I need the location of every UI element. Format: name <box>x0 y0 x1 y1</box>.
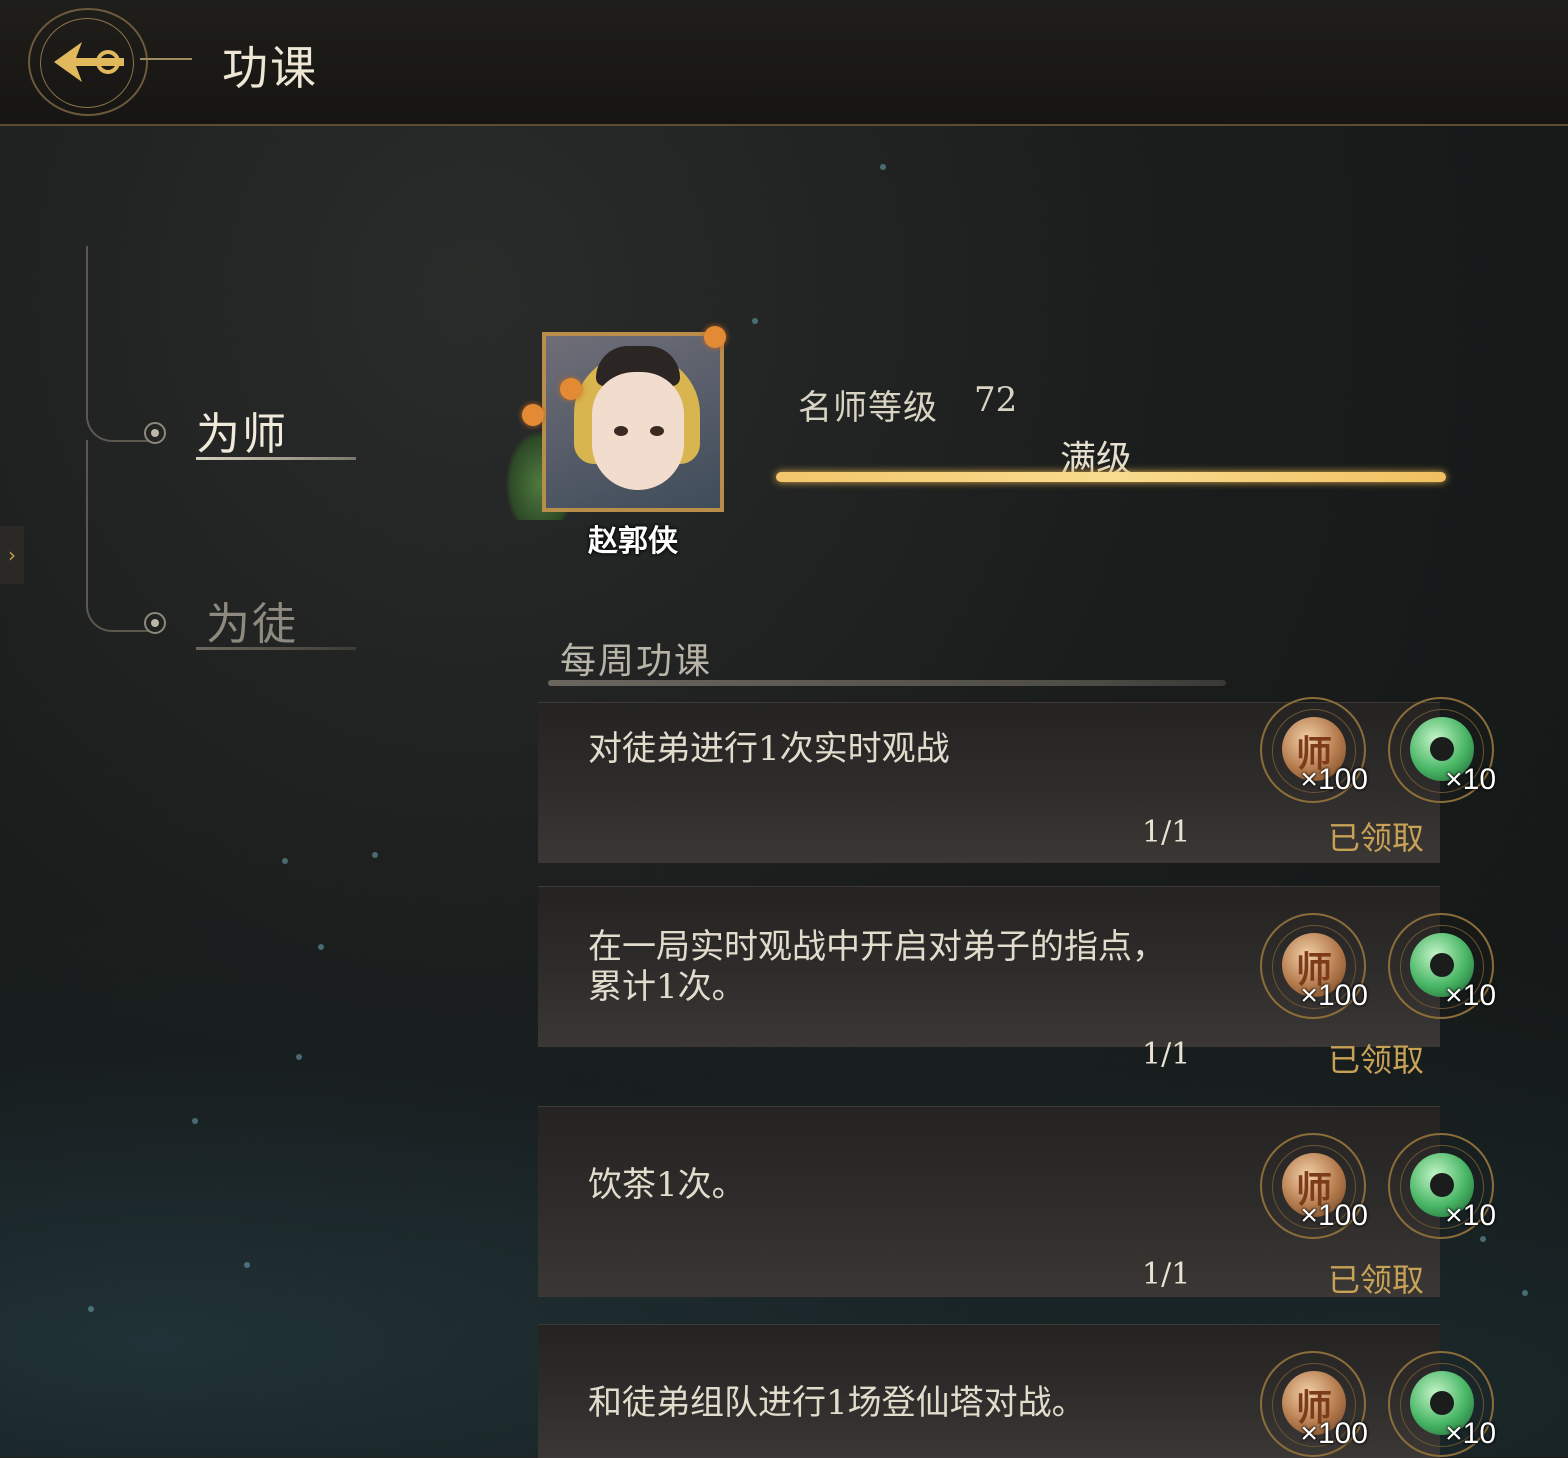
top-bar: 功课 <box>0 0 1568 126</box>
reward-count: ×10 <box>1445 979 1496 1012</box>
task-description: 饮茶1次。 <box>588 1165 746 1205</box>
particle <box>282 858 288 864</box>
nav-tree-line <box>86 246 88 416</box>
particle <box>318 944 324 950</box>
reward-count: ×10 <box>1445 1417 1496 1450</box>
task-card: 饮茶1次。 1/1 已领取 师 ×100 ×10 <box>538 1106 1496 1299</box>
particle <box>372 852 378 858</box>
master-level-label: 名师等级 <box>798 388 938 428</box>
player-name: 赵郭侠 <box>588 524 678 559</box>
task-description: 在一局实时观战中开启对弟子的指点，累计1次。 <box>588 927 1166 1007</box>
tab-underline <box>196 457 356 460</box>
reward-item[interactable]: ×10 <box>1388 697 1496 803</box>
particle <box>1522 1290 1528 1296</box>
tab-master-label: 为师 <box>196 409 288 460</box>
master-level-value: 72 <box>974 380 1018 420</box>
side-expand-button[interactable]: › <box>0 526 24 584</box>
reward-item[interactable]: 师 ×100 <box>1260 697 1368 803</box>
particle <box>192 1118 198 1124</box>
nav-tree-branch <box>86 600 148 632</box>
task-card: 和徒弟组队进行1场登仙塔对战。 师 ×100 ×10 <box>538 1324 1496 1458</box>
nav-node-icon <box>144 612 166 634</box>
flower-decoration <box>704 326 726 348</box>
particle <box>880 164 886 170</box>
reward-item[interactable]: ×10 <box>1388 1351 1496 1457</box>
nav-tree-branch <box>86 410 148 442</box>
reward-count: ×100 <box>1300 979 1368 1012</box>
nav-node-icon <box>144 422 166 444</box>
task-progress: 1/1 <box>1142 1037 1191 1072</box>
avatar-eye <box>650 426 664 436</box>
chevron-right-icon: › <box>8 543 16 567</box>
section-divider <box>548 680 1226 686</box>
avatar[interactable] <box>542 332 724 512</box>
particle <box>88 1306 94 1312</box>
exp-progress-bar <box>776 472 1446 482</box>
flower-decoration <box>522 404 544 426</box>
reward-count: ×10 <box>1445 1199 1496 1232</box>
reward-item[interactable]: ×10 <box>1388 1133 1496 1239</box>
flower-decoration <box>560 378 582 400</box>
task-status-claimed[interactable]: 已领取 <box>1328 1035 1424 1081</box>
task-status-claimed[interactable]: 已领取 <box>1328 1255 1424 1301</box>
tab-apprentice-label: 为徒 <box>206 599 298 650</box>
back-button[interactable] <box>28 8 148 116</box>
reward-count: ×100 <box>1300 763 1368 796</box>
back-button-ring <box>40 18 134 108</box>
task-progress: 1/1 <box>1142 815 1191 850</box>
particle <box>1480 1236 1486 1242</box>
reward-item[interactable]: 师 ×100 <box>1260 1351 1368 1457</box>
avatar-face <box>592 372 684 490</box>
nav-tree-line <box>86 440 88 600</box>
particle <box>296 1054 302 1060</box>
tab-underline <box>196 647 356 650</box>
avatar-eye <box>614 426 628 436</box>
reward-count: ×100 <box>1300 1199 1368 1232</box>
task-description: 和徒弟组队进行1场登仙塔对战。 <box>588 1383 1086 1423</box>
tab-apprentice[interactable]: 为徒 <box>196 588 356 650</box>
page-title: 功课 <box>222 41 318 95</box>
reward-item[interactable]: 师 ×100 <box>1260 1133 1368 1239</box>
particle <box>244 1262 250 1268</box>
section-title: 每周功课 <box>560 641 713 682</box>
reward-count: ×100 <box>1300 1417 1368 1450</box>
reward-item[interactable]: ×10 <box>1388 913 1496 1019</box>
header-divider <box>140 58 192 60</box>
particle <box>752 318 758 324</box>
reward-item[interactable]: 师 ×100 <box>1260 913 1368 1019</box>
tab-master[interactable]: 为师 <box>196 398 356 460</box>
task-progress: 1/1 <box>1142 1257 1191 1292</box>
task-description: 对徒弟进行1次实时观战 <box>588 729 950 769</box>
exp-progress-fill <box>776 472 1446 482</box>
task-card: 在一局实时观战中开启对弟子的指点，累计1次。 1/1 已领取 师 ×100 ×1… <box>538 886 1496 1079</box>
task-card: 对徒弟进行1次实时观战 1/1 已领取 师 ×100 ×10 <box>538 697 1496 863</box>
reward-count: ×10 <box>1445 763 1496 796</box>
task-status-claimed[interactable]: 已领取 <box>1328 813 1424 859</box>
